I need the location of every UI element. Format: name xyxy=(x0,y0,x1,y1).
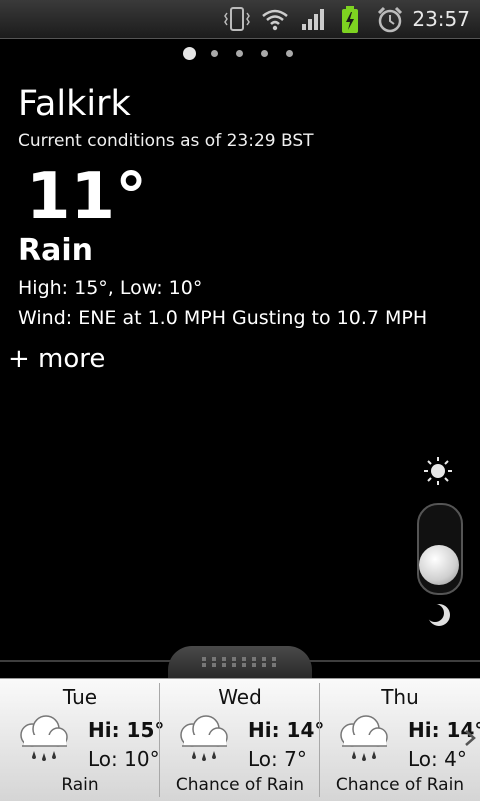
page-dot[interactable] xyxy=(261,50,268,57)
forecast-low: Lo: 7° xyxy=(248,747,307,771)
forecast-day[interactable]: Tue Hi: 15° Lo: 10° Rain xyxy=(0,679,164,801)
forecast-condition: Chance of Rain xyxy=(335,775,465,795)
forecast-drawer-handle[interactable] xyxy=(168,646,312,678)
forecast-day[interactable]: Thu Hi: 14° Lo: 4° Chance of Rain xyxy=(320,679,480,801)
status-bar: 23:57 xyxy=(0,0,480,39)
status-clock: 23:57 xyxy=(412,7,470,31)
chevron-right-icon[interactable] xyxy=(463,728,477,748)
forecast-high: Hi: 14° xyxy=(248,718,325,742)
forecast-day-name: Tue xyxy=(62,685,98,709)
brightness-slider-knob[interactable] xyxy=(419,545,459,585)
page-dot[interactable] xyxy=(211,50,218,57)
alarm-icon xyxy=(377,6,403,33)
high-low: High: 15°, Low: 10° xyxy=(18,277,203,299)
current-temperature: 11° xyxy=(26,160,148,234)
page-dot-active[interactable] xyxy=(183,47,196,60)
conditions-timestamp: Current conditions as of 23:29 BST xyxy=(18,131,314,151)
city-name: Falkirk xyxy=(18,84,131,124)
signal-icon xyxy=(302,9,324,30)
moon-icon xyxy=(426,604,450,626)
forecast-day-name: Wed xyxy=(218,685,262,709)
rain-cloud-icon xyxy=(20,715,68,761)
more-details-link[interactable]: + more xyxy=(8,344,105,374)
rain-cloud-icon xyxy=(340,715,388,761)
wifi-icon xyxy=(262,9,288,31)
forecast-day-name: Thu xyxy=(381,685,419,709)
sun-icon xyxy=(424,457,452,485)
forecast-condition: Chance of Rain xyxy=(175,775,305,795)
forecast-strip[interactable]: Tue Hi: 15° Lo: 10° Rain Wed Hi: 14° Lo:… xyxy=(0,678,480,801)
forecast-day[interactable]: Wed Hi: 14° Lo: 7° Chance of Rain xyxy=(160,679,324,801)
rain-cloud-icon xyxy=(180,715,228,761)
forecast-high: Hi: 15° xyxy=(88,718,165,742)
vibrate-icon xyxy=(224,7,250,31)
forecast-low: Lo: 4° xyxy=(408,747,467,771)
current-condition: Rain xyxy=(18,233,93,268)
battery-charging-icon xyxy=(342,6,358,33)
grip-icon xyxy=(202,657,276,667)
forecast-low: Lo: 10° xyxy=(88,747,160,771)
forecast-condition: Rain xyxy=(61,775,99,795)
wind-info: Wind: ENE at 1.0 MPH Gusting to 10.7 MPH xyxy=(18,307,428,329)
page-dot[interactable] xyxy=(236,50,243,57)
page-dot[interactable] xyxy=(286,50,293,57)
